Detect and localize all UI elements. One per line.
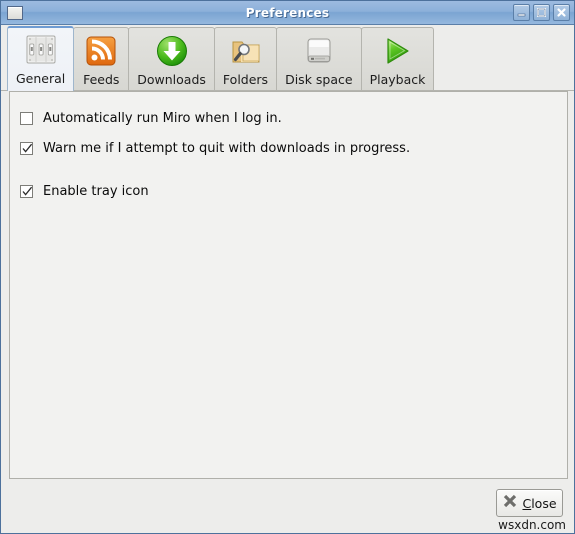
preferences-tabstrip: General Feeds Downloads Folders Disk spa…: [1, 25, 574, 91]
tab-folders[interactable]: Folders: [213, 27, 278, 91]
option-label-autorun: Automatically run Miro when I log in.: [43, 111, 282, 126]
general-settings-panel: Automatically run Miro when I log in. Wa…: [9, 91, 568, 479]
play-triangle-icon: [378, 32, 416, 70]
x-mark-icon: [502, 493, 518, 513]
checkbox-autorun[interactable]: [20, 112, 33, 125]
option-label-tray-icon: Enable tray icon: [43, 184, 149, 199]
preferences-window: Preferences General Feeds Downloads Fold…: [0, 0, 575, 534]
checkmark-icon: [22, 143, 33, 153]
tab-label-feeds: Feeds: [83, 72, 120, 87]
close-label-rest: lose: [531, 495, 557, 511]
tab-playback[interactable]: Playback: [360, 27, 435, 91]
rss-feed-icon: [82, 32, 120, 70]
title-bar: Preferences: [1, 1, 574, 25]
dialog-footer: Close wsxdn.com: [1, 480, 574, 533]
maximize-button[interactable]: [533, 4, 550, 21]
close-button[interactable]: Close: [496, 489, 563, 517]
light-switch-icon: [22, 31, 60, 69]
window-icon: [7, 5, 23, 20]
close-button-label: Close: [522, 496, 556, 511]
option-row-tray-icon[interactable]: Enable tray icon: [10, 183, 567, 200]
tab-feeds[interactable]: Feeds: [73, 27, 130, 91]
option-label-warn-on-quit: Warn me if I attempt to quit with downlo…: [43, 141, 411, 156]
window-title: Preferences: [245, 5, 330, 20]
checkbox-warn-on-quit[interactable]: [20, 142, 33, 155]
checkmark-icon: [22, 186, 33, 196]
watermark: wsxdn.com: [498, 518, 566, 532]
option-row-warn-on-quit[interactable]: Warn me if I attempt to quit with downlo…: [10, 140, 567, 157]
folder-search-icon: [227, 32, 265, 70]
download-arrow-icon: [153, 32, 191, 70]
tab-label-folders: Folders: [222, 72, 269, 87]
window-controls: [513, 4, 570, 21]
tab-label-disk-space: Disk space: [285, 72, 353, 87]
tab-label-general: General: [16, 71, 66, 86]
tab-disk-space[interactable]: Disk space: [276, 27, 362, 91]
tab-general[interactable]: General: [7, 26, 75, 91]
checkbox-tray-icon[interactable]: [20, 185, 33, 198]
option-row-autorun[interactable]: Automatically run Miro when I log in.: [10, 110, 567, 127]
minimize-button[interactable]: [513, 4, 530, 21]
tab-label-playback: Playback: [369, 72, 426, 87]
tab-label-downloads: Downloads: [137, 72, 206, 87]
close-accel-char: C: [522, 495, 532, 511]
hard-drive-icon: [300, 32, 338, 70]
tab-downloads[interactable]: Downloads: [128, 27, 215, 91]
close-window-button[interactable]: [553, 4, 570, 21]
